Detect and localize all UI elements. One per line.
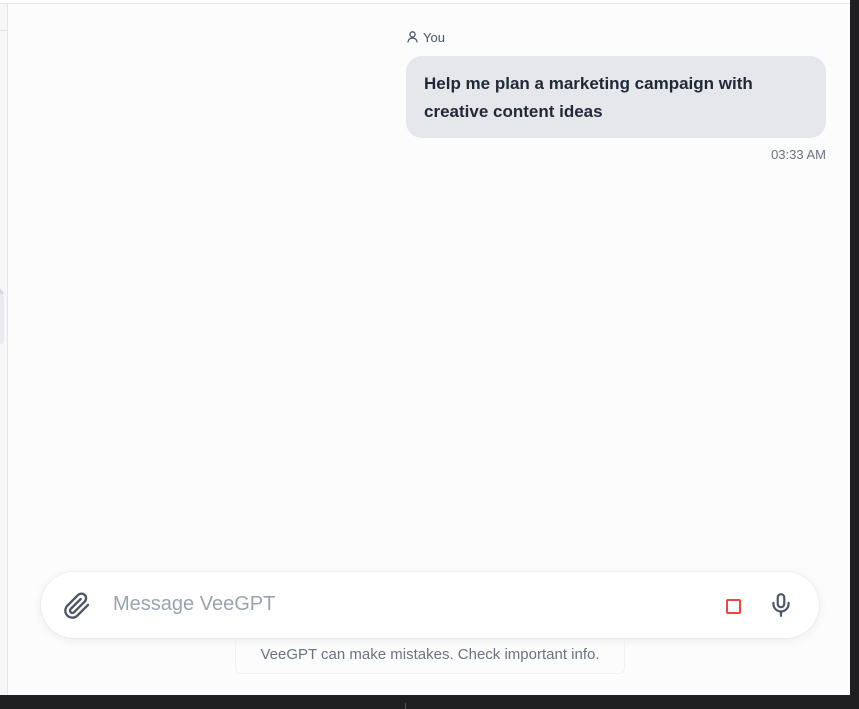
stop-icon xyxy=(725,598,741,614)
disclaimer-text: VeeGPT can make mistakes. Check importan… xyxy=(235,639,625,674)
top-divider xyxy=(0,0,850,4)
attach-button[interactable] xyxy=(63,592,91,620)
user-message-bubble: Help me plan a marketing campaign with c… xyxy=(406,56,826,138)
message-sender: You xyxy=(407,29,445,45)
taskbar-divider xyxy=(405,703,406,709)
message-timestamp: 03:33 AM xyxy=(771,147,826,162)
stop-button[interactable] xyxy=(721,594,745,618)
microphone-icon xyxy=(768,593,794,622)
sidebar-resize-handle[interactable] xyxy=(0,294,4,344)
message-input[interactable] xyxy=(111,588,675,620)
sidebar-edge xyxy=(0,4,8,695)
sidebar-divider xyxy=(0,30,7,31)
microphone-button[interactable] xyxy=(768,592,794,618)
message-composer xyxy=(41,572,819,638)
chat-window: You Help me plan a marketing campaign wi… xyxy=(0,0,850,695)
user-icon xyxy=(407,31,418,43)
user-message-text: Help me plan a marketing campaign with c… xyxy=(424,74,753,121)
sender-name: You xyxy=(423,29,445,45)
paperclip-icon xyxy=(63,592,91,624)
